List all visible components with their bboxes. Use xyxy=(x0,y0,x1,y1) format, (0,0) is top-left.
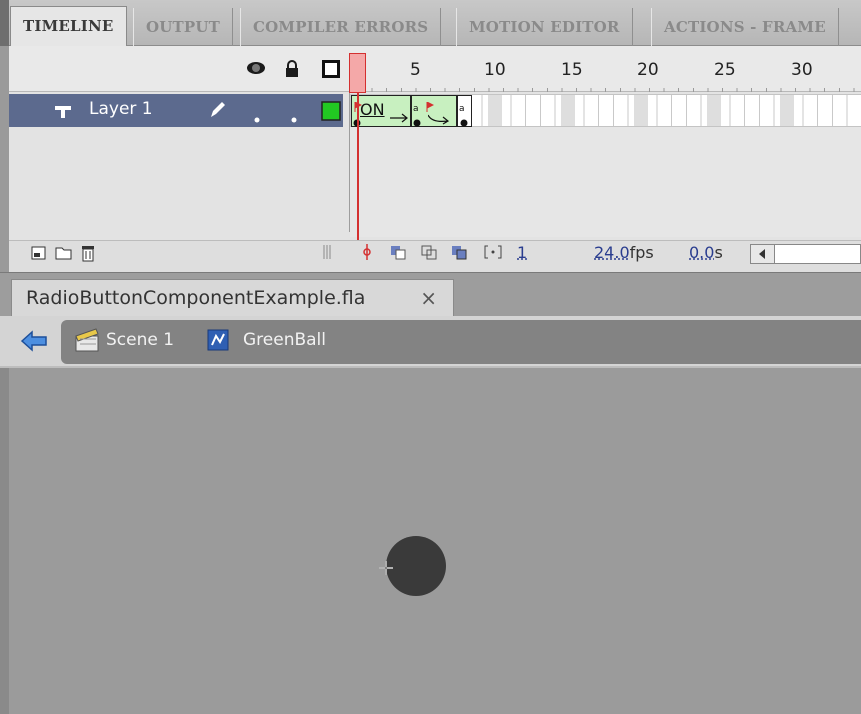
tab-timeline[interactable]: TIMELINE xyxy=(10,6,127,47)
horizontal-scrollbar[interactable] xyxy=(750,244,861,264)
new-folder-icon[interactable] xyxy=(55,244,73,264)
layer-row[interactable]: Layer 1 xyxy=(9,94,343,127)
lock-dot-icon[interactable] xyxy=(291,108,297,127)
lock-all-icon[interactable] xyxy=(284,60,300,83)
movieclip-symbol-icon xyxy=(207,329,229,355)
frames-empty-area xyxy=(350,127,861,237)
frame-number: 5 xyxy=(410,60,421,80)
document-tab[interactable]: RadioButtonComponentExample.fla × xyxy=(11,279,454,317)
frame-number: 20 xyxy=(637,60,659,80)
show-hide-all-icon[interactable] xyxy=(246,60,266,81)
frame-number: 25 xyxy=(714,60,736,80)
arrow-icon xyxy=(428,110,452,129)
breadcrumb xyxy=(61,320,861,364)
scene-icon xyxy=(74,327,100,357)
frame-ruler[interactable] xyxy=(357,82,861,92)
pencil-icon xyxy=(207,100,227,124)
keyframe-span[interactable]: ON xyxy=(351,95,411,127)
layer-name[interactable]: Layer 1 xyxy=(89,99,153,119)
keyframe-dot-icon xyxy=(460,112,468,131)
keyframe[interactable]: a xyxy=(457,95,472,127)
frame-number: 10 xyxy=(484,60,506,80)
scroll-left-button[interactable] xyxy=(751,245,775,263)
keyframe-dot-icon xyxy=(413,112,421,131)
frame-cell xyxy=(780,95,794,126)
frame-rate[interactable]: 24.0fps xyxy=(594,243,654,262)
visibility-dot-icon[interactable] xyxy=(254,108,260,127)
current-frame[interactable]: 1 xyxy=(517,243,527,262)
breadcrumb-symbol[interactable]: GreenBall xyxy=(243,330,326,350)
frame-cell xyxy=(634,95,648,126)
document-tab-title: RadioButtonComponentExample.fla xyxy=(26,287,365,309)
tab-actions-frame[interactable]: ACTIONS - FRAME xyxy=(651,8,839,46)
frame-label: ON xyxy=(360,100,385,119)
close-tab-icon[interactable]: × xyxy=(420,280,437,316)
keyframe-span[interactable]: a xyxy=(411,95,457,127)
tab-motion-editor[interactable]: MOTION EDITOR xyxy=(456,8,633,46)
playhead-line xyxy=(357,92,359,240)
breadcrumb-scene[interactable]: Scene 1 xyxy=(106,330,174,350)
onion-skin-icon[interactable] xyxy=(390,244,408,264)
trash-icon[interactable] xyxy=(80,244,96,266)
green-ball-shape[interactable] xyxy=(386,536,446,596)
frame-cell xyxy=(561,95,575,126)
frame-cell xyxy=(488,95,502,126)
svg-text:a: a xyxy=(413,104,419,112)
outline-color-swatch[interactable] xyxy=(321,101,341,125)
frame-number: 30 xyxy=(791,60,813,80)
playhead[interactable] xyxy=(349,53,366,93)
registration-point-icon xyxy=(378,560,394,579)
svg-text:a: a xyxy=(459,104,465,112)
stage-left-edge xyxy=(0,368,9,714)
back-arrow-icon[interactable] xyxy=(20,330,48,356)
tab-compiler-errors[interactable]: COMPILER ERRORS xyxy=(240,8,441,46)
outline-all-icon[interactable] xyxy=(322,60,340,83)
document-tab-bar: RadioButtonComponentExample.fla × xyxy=(0,272,861,316)
resize-grip-icon[interactable] xyxy=(322,244,332,264)
arrow-icon xyxy=(390,108,410,127)
edit-multiple-frames-icon[interactable] xyxy=(451,244,469,264)
elapsed-time[interactable]: 0.0s xyxy=(689,243,723,262)
frame-number: 15 xyxy=(561,60,583,80)
panel-tab-strip: TIMELINE OUTPUT COMPILER ERRORS MOTION E… xyxy=(0,0,861,46)
frame-cell xyxy=(707,95,721,126)
panel-left-edge xyxy=(0,0,9,46)
new-layer-icon[interactable] xyxy=(31,244,47,264)
onion-skin-outlines-icon[interactable] xyxy=(421,244,439,264)
tab-output[interactable]: OUTPUT xyxy=(133,8,233,46)
edit-bar: Scene 1 GreenBall xyxy=(0,316,861,366)
center-frame-icon[interactable] xyxy=(362,244,372,264)
layer-type-icon xyxy=(53,102,75,124)
modify-onion-markers-icon[interactable] xyxy=(484,244,502,264)
